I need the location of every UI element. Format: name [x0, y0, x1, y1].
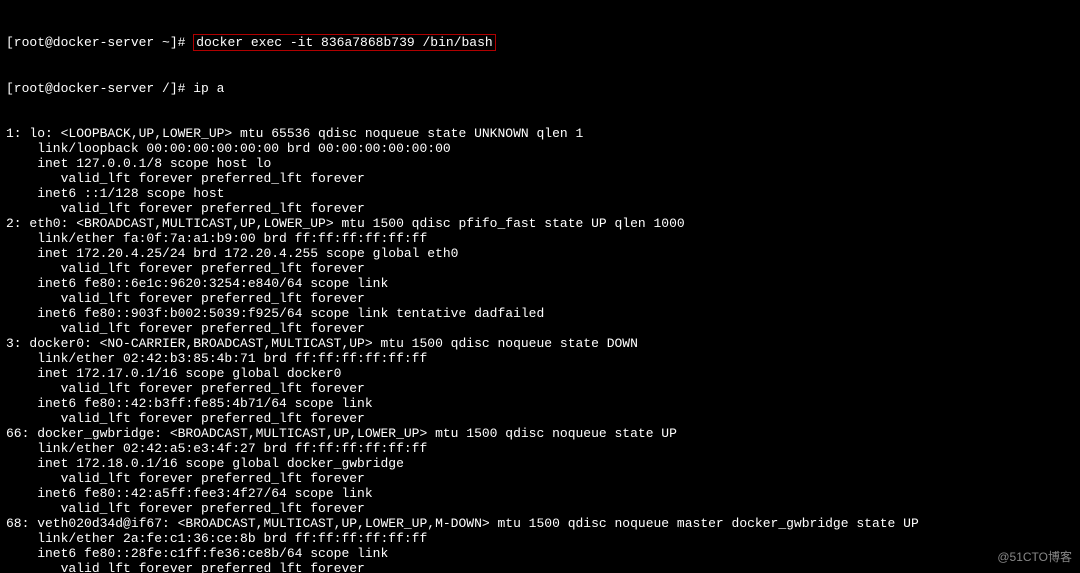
- output-line: link/ether 02:42:a5:e3:4f:27 brd ff:ff:f…: [6, 441, 1074, 456]
- output-line: valid_lft forever preferred_lft forever: [6, 471, 1074, 486]
- output-line: valid_lft forever preferred_lft forever: [6, 381, 1074, 396]
- output-line: link/ether fa:0f:7a:a1:b9:00 brd ff:ff:f…: [6, 231, 1074, 246]
- output-line: 66: docker_gwbridge: <BROADCAST,MULTICAS…: [6, 426, 1074, 441]
- output-line: inet6 fe80::6e1c:9620:3254:e840/64 scope…: [6, 276, 1074, 291]
- output-line: link/ether 02:42:b3:85:4b:71 brd ff:ff:f…: [6, 351, 1074, 366]
- output-line: link/loopback 00:00:00:00:00:00 brd 00:0…: [6, 141, 1074, 156]
- output-line: inet 172.18.0.1/16 scope global docker_g…: [6, 456, 1074, 471]
- shell-prompt: [root@docker-server /]#: [6, 81, 193, 96]
- output-line: 3: docker0: <NO-CARRIER,BROADCAST,MULTIC…: [6, 336, 1074, 351]
- output-line: link/ether 2a:fe:c1:36:ce:8b brd ff:ff:f…: [6, 531, 1074, 546]
- output-line: valid_lft forever preferred_lft forever: [6, 321, 1074, 336]
- output-line: inet6 fe80::42:b3ff:fe85:4b71/64 scope l…: [6, 396, 1074, 411]
- output-line: valid_lft forever preferred_lft forever: [6, 171, 1074, 186]
- output-line: inet6 fe80::28fe:c1ff:fe36:ce8b/64 scope…: [6, 546, 1074, 561]
- watermark-label: @51CTO博客: [997, 550, 1072, 565]
- output-line: inet 127.0.0.1/8 scope host lo: [6, 156, 1074, 171]
- output-line: valid_lft forever preferred_lft forever: [6, 291, 1074, 306]
- output-line: valid_lft forever preferred_lft forever: [6, 561, 1074, 573]
- output-line: valid_lft forever preferred_lft forever: [6, 261, 1074, 276]
- output-line: inet 172.17.0.1/16 scope global docker0: [6, 366, 1074, 381]
- output-line: inet6 fe80::42:a5ff:fee3:4f27/64 scope l…: [6, 486, 1074, 501]
- output-line: valid_lft forever preferred_lft forever: [6, 411, 1074, 426]
- output-line: valid_lft forever preferred_lft forever: [6, 201, 1074, 216]
- output-line: inet6 ::1/128 scope host: [6, 186, 1074, 201]
- output-line: valid_lft forever preferred_lft forever: [6, 501, 1074, 516]
- output-line: inet6 fe80::903f:b002:5039:f925/64 scope…: [6, 306, 1074, 321]
- command-output: 1: lo: <LOOPBACK,UP,LOWER_UP> mtu 65536 …: [6, 126, 1074, 573]
- command-text: ip a: [193, 81, 224, 96]
- output-line: 2: eth0: <BROADCAST,MULTICAST,UP,LOWER_U…: [6, 216, 1074, 231]
- prompt-line-1: [root@docker-server ~]# docker exec -it …: [6, 34, 1074, 51]
- terminal-output[interactable]: [root@docker-server ~]# docker exec -it …: [0, 0, 1080, 573]
- shell-prompt: [root@docker-server ~]#: [6, 35, 193, 50]
- prompt-line-2: [root@docker-server /]# ip a: [6, 81, 1074, 96]
- output-line: inet 172.20.4.25/24 brd 172.20.4.255 sco…: [6, 246, 1074, 261]
- output-line: 1: lo: <LOOPBACK,UP,LOWER_UP> mtu 65536 …: [6, 126, 1074, 141]
- command-highlight: docker exec -it 836a7868b739 /bin/bash: [193, 34, 495, 51]
- output-line: 68: veth020d34d@if67: <BROADCAST,MULTICA…: [6, 516, 1074, 531]
